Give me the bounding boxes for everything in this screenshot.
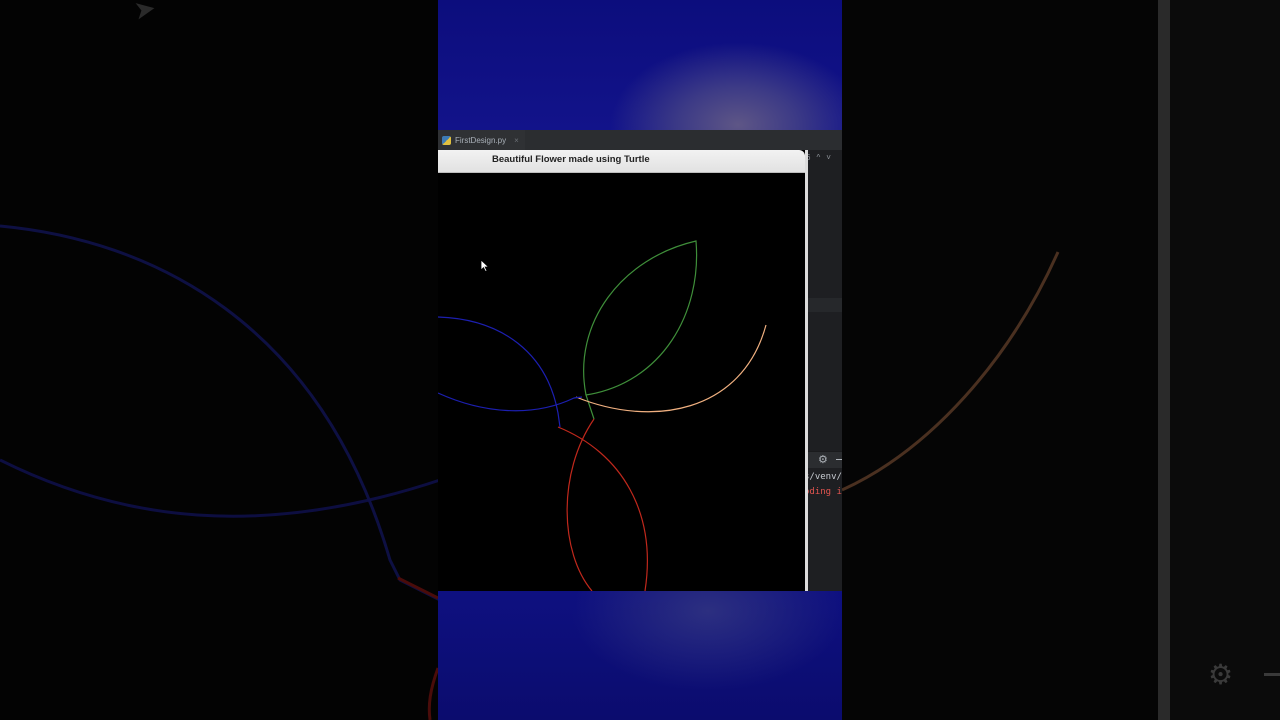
ide-tab-bar: FirstDesign.py × bbox=[438, 130, 842, 151]
editor-tab-label: FirstDesign.py bbox=[455, 135, 507, 145]
editor-tab-firstdesign[interactable]: FirstDesign.py × bbox=[438, 130, 525, 150]
mouse-pointer-icon bbox=[480, 259, 490, 273]
next-match-button[interactable]: ˅ bbox=[826, 153, 831, 162]
console-output-line: s/venv/ bbox=[804, 472, 842, 482]
desktop-wallpaper-top bbox=[438, 0, 842, 130]
red-petal bbox=[557, 418, 648, 592]
green-petal bbox=[583, 240, 698, 420]
peach-petal bbox=[575, 324, 767, 413]
blue-petal bbox=[438, 316, 583, 428]
desktop-wallpaper-bottom bbox=[438, 591, 842, 720]
turtle-graphics-window: Beautiful Flower made using Turtle bbox=[438, 150, 808, 592]
screen-content: FirstDesign.py × 6 ^ ˅ ⚙ s/venv/ oding i… bbox=[438, 0, 842, 720]
close-tab-icon[interactable]: × bbox=[514, 136, 519, 145]
search-navigation: 6 ^ ˅ bbox=[806, 153, 831, 162]
console-warning-line: oding i bbox=[804, 487, 842, 497]
hide-panel-icon[interactable] bbox=[836, 459, 842, 460]
blurred-gear-icon: ⚙ bbox=[1208, 659, 1234, 690]
blurred-ide-edge bbox=[1158, 0, 1170, 720]
blurred-minimize-icon bbox=[1264, 673, 1280, 676]
blurred-ide-strip bbox=[1158, 0, 1280, 720]
settings-gear-icon[interactable]: ⚙ bbox=[818, 453, 828, 466]
window-titlebar[interactable]: Beautiful Flower made using Turtle bbox=[438, 150, 805, 173]
turtle-canvas[interactable] bbox=[438, 173, 802, 592]
editor-current-line bbox=[804, 298, 842, 312]
python-file-icon bbox=[442, 135, 451, 145]
previous-match-button[interactable]: ^ bbox=[816, 153, 820, 162]
window-title: Beautiful Flower made using Turtle bbox=[492, 154, 650, 165]
blurred-cursor-icon: ➤ bbox=[131, 0, 159, 26]
flower-drawing bbox=[438, 240, 767, 592]
